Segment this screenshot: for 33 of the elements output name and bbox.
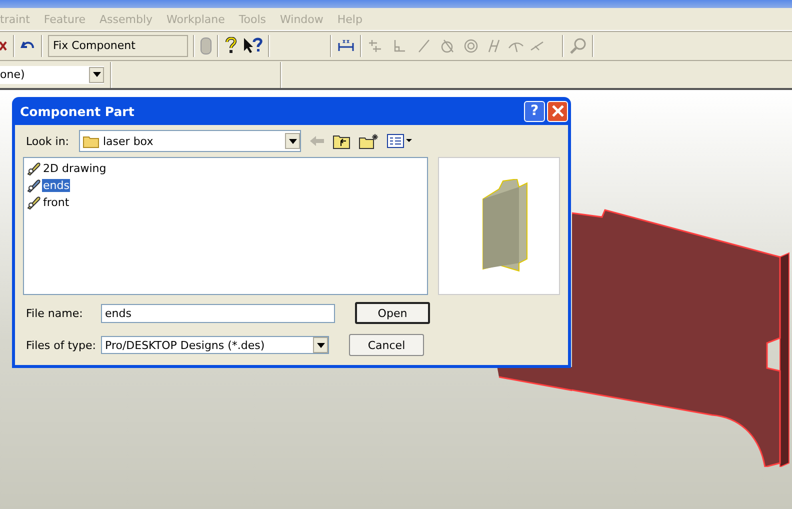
help-icon[interactable] bbox=[224, 37, 238, 55]
open-button[interactable]: Open bbox=[355, 302, 430, 324]
close-icon bbox=[552, 105, 564, 117]
file-name-label: File name: bbox=[26, 306, 84, 320]
design-file-icon bbox=[26, 195, 41, 210]
file-name: front bbox=[42, 196, 70, 209]
command-field: Fix Component bbox=[48, 35, 188, 57]
file-type-label: Files of type: bbox=[26, 338, 98, 352]
dropdown-arrow-icon bbox=[288, 138, 296, 144]
file-name: 2D drawing bbox=[42, 162, 108, 175]
up-folder-icon[interactable] bbox=[333, 133, 351, 149]
new-folder-icon[interactable] bbox=[359, 133, 379, 149]
file-name-field[interactable]: ends bbox=[101, 304, 335, 322]
close-button[interactable] bbox=[547, 100, 568, 122]
folder-icon bbox=[83, 134, 99, 148]
design-file-icon bbox=[26, 178, 41, 193]
pointer-help-icon[interactable] bbox=[243, 37, 263, 55]
dropdown-arrow-icon bbox=[316, 342, 324, 348]
file-item[interactable]: ends bbox=[26, 177, 425, 194]
cancel-button[interactable]: Cancel bbox=[349, 334, 424, 356]
file-item[interactable]: 2D drawing bbox=[26, 160, 425, 177]
view-menu-icon[interactable] bbox=[387, 134, 413, 148]
file-type-dropdown[interactable]: Pro/DESKTOP Designs (*.des) bbox=[101, 336, 329, 354]
look-in-label: Look in: bbox=[26, 134, 70, 148]
design-file-icon bbox=[26, 161, 41, 176]
dimension-icon[interactable] bbox=[337, 39, 355, 53]
selector-dropdown[interactable]: one) bbox=[0, 66, 104, 84]
dialog-title: Component Part bbox=[20, 104, 136, 118]
file-item[interactable]: front bbox=[26, 194, 425, 211]
help-button[interactable]: ? bbox=[524, 100, 545, 122]
look-in-dropdown[interactable]: laser box bbox=[79, 130, 301, 152]
file-name: ends bbox=[42, 179, 70, 192]
dropdown-arrow-icon bbox=[92, 72, 100, 77]
